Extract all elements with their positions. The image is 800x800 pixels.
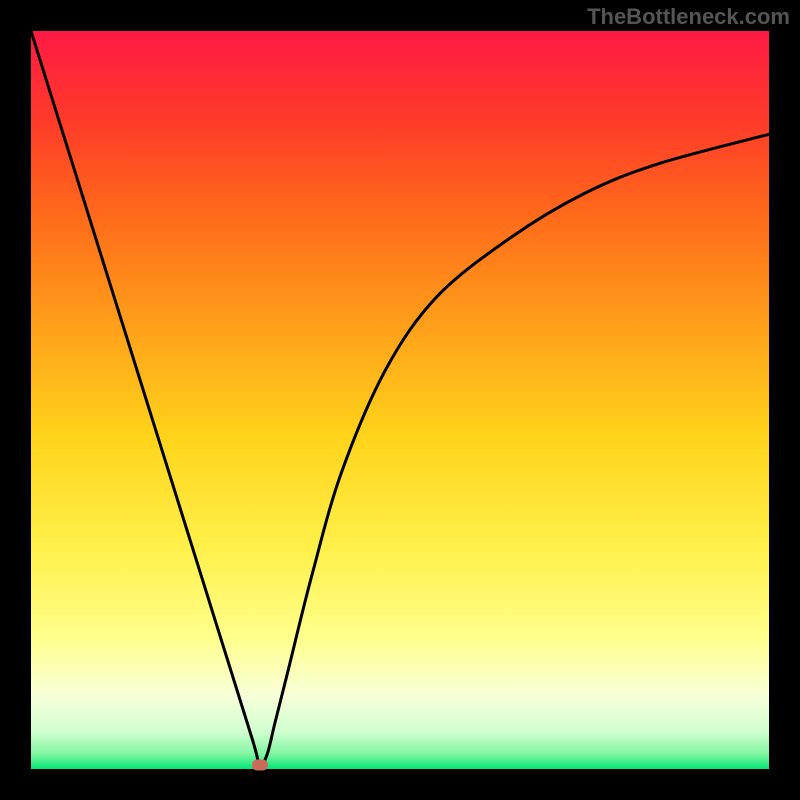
chart-plot-area xyxy=(31,31,769,769)
gradient-background xyxy=(31,31,769,769)
chart-svg xyxy=(31,31,769,769)
minimum-marker xyxy=(252,760,268,771)
attribution-text: TheBottleneck.com xyxy=(587,4,790,30)
